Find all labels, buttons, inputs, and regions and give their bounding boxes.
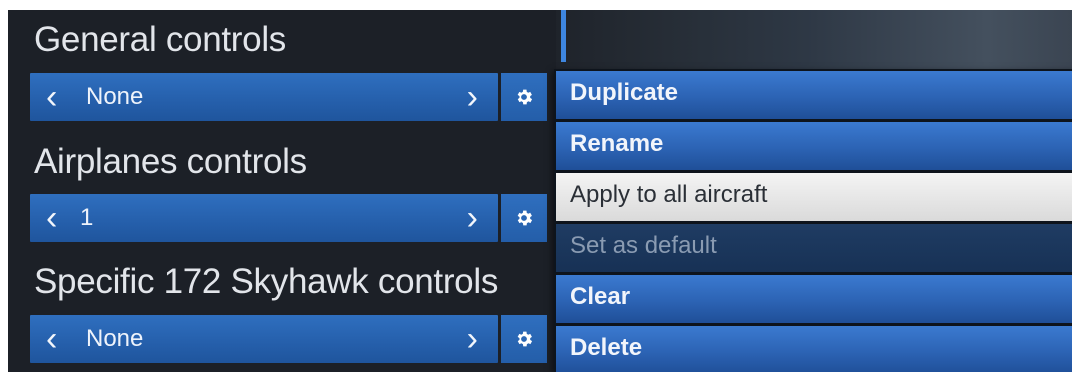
airplanes-controls-settings-button[interactable] (501, 194, 547, 242)
selector-value: None (86, 83, 144, 110)
gear-icon (517, 331, 533, 347)
profile-context-menu: Duplicate Rename Apply to all aircraft S… (554, 69, 1072, 372)
section-label-specific: Specific 172 Skyhawk controls (34, 262, 499, 301)
selector-value: 1 (80, 204, 94, 231)
chevron-left-icon[interactable]: ‹ (46, 77, 57, 117)
general-controls-settings-button[interactable] (501, 73, 547, 121)
menu-item-duplicate[interactable]: Duplicate (556, 71, 1072, 119)
selector-value: None (86, 325, 144, 352)
menu-item-rename[interactable]: Rename (556, 122, 1072, 170)
gear-icon (517, 210, 533, 226)
chevron-right-icon[interactable]: › (467, 319, 478, 359)
chevron-left-icon[interactable]: ‹ (46, 198, 57, 238)
general-controls-selector[interactable]: ‹ None › (30, 73, 498, 121)
controls-panel: General controls ‹ None › Airplanes cont… (8, 10, 1072, 372)
airplanes-controls-selector[interactable]: ‹ 1 › (30, 194, 498, 242)
scrollbar-thumb[interactable] (561, 10, 566, 62)
section-label-general: General controls (34, 20, 286, 59)
gear-icon (517, 89, 533, 105)
specific-controls-settings-button[interactable] (501, 315, 547, 363)
chevron-right-icon[interactable]: › (467, 198, 478, 238)
chevron-left-icon[interactable]: ‹ (46, 319, 57, 359)
specific-controls-selector[interactable]: ‹ None › (30, 315, 498, 363)
menu-item-apply-to-all-aircraft[interactable]: Apply to all aircraft (556, 173, 1072, 221)
chevron-right-icon[interactable]: › (467, 77, 478, 117)
menu-item-delete[interactable]: Delete (556, 326, 1072, 372)
section-label-airplanes: Airplanes controls (34, 142, 307, 181)
menu-item-set-as-default: Set as default (556, 224, 1072, 272)
menu-item-clear[interactable]: Clear (556, 275, 1072, 323)
